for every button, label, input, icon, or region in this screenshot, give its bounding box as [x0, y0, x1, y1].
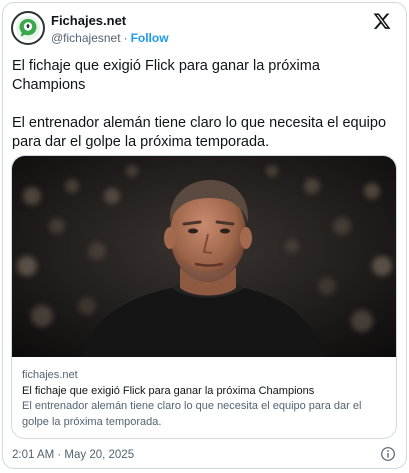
card-image[interactable] [12, 156, 397, 357]
tweet-timestamp[interactable]: 2:01 AM · May 20, 2025 [12, 449, 134, 461]
tweet-text: El fichaje que exigió Flick para ganar l… [12, 57, 394, 171]
follow-button[interactable]: Follow [131, 31, 169, 45]
card-description: El entrenador alemán tiene claro lo que … [22, 400, 362, 428]
x-logo-icon[interactable] [372, 11, 392, 31]
tweet-body: El entrenador alemán tiene claro lo que … [12, 115, 387, 150]
card-info: fichajes.net El fichaje que exigió Flick… [22, 368, 388, 430]
link-preview-card[interactable]: fichajes.net El fichaje que exigió Flick… [11, 155, 397, 439]
tweet-header: Fichajes.net @fichajesnet · Follow [11, 11, 396, 49]
fichajes-logo-icon [16, 16, 40, 40]
avatar[interactable] [11, 11, 45, 45]
tweet-headline: El fichaje que exigió Flick para ganar l… [12, 58, 320, 93]
handle-row: @fichajesnet · Follow [51, 30, 169, 46]
card-title[interactable]: El fichaje que exigió Flick para ganar l… [22, 384, 388, 400]
account-handle[interactable]: @fichajesnet [51, 31, 121, 45]
info-icon[interactable] [380, 446, 396, 462]
tweet-footer: 2:01 AM · May 20, 2025 [12, 446, 396, 464]
account-block: Fichajes.net @fichajesnet · Follow [51, 13, 169, 46]
display-name[interactable]: Fichajes.net [51, 13, 126, 29]
card-domain: fichajes.net [22, 369, 78, 381]
separator-dot: · [123, 31, 128, 45]
tweet-card: Fichajes.net @fichajesnet · Follow El fich… [2, 2, 407, 469]
